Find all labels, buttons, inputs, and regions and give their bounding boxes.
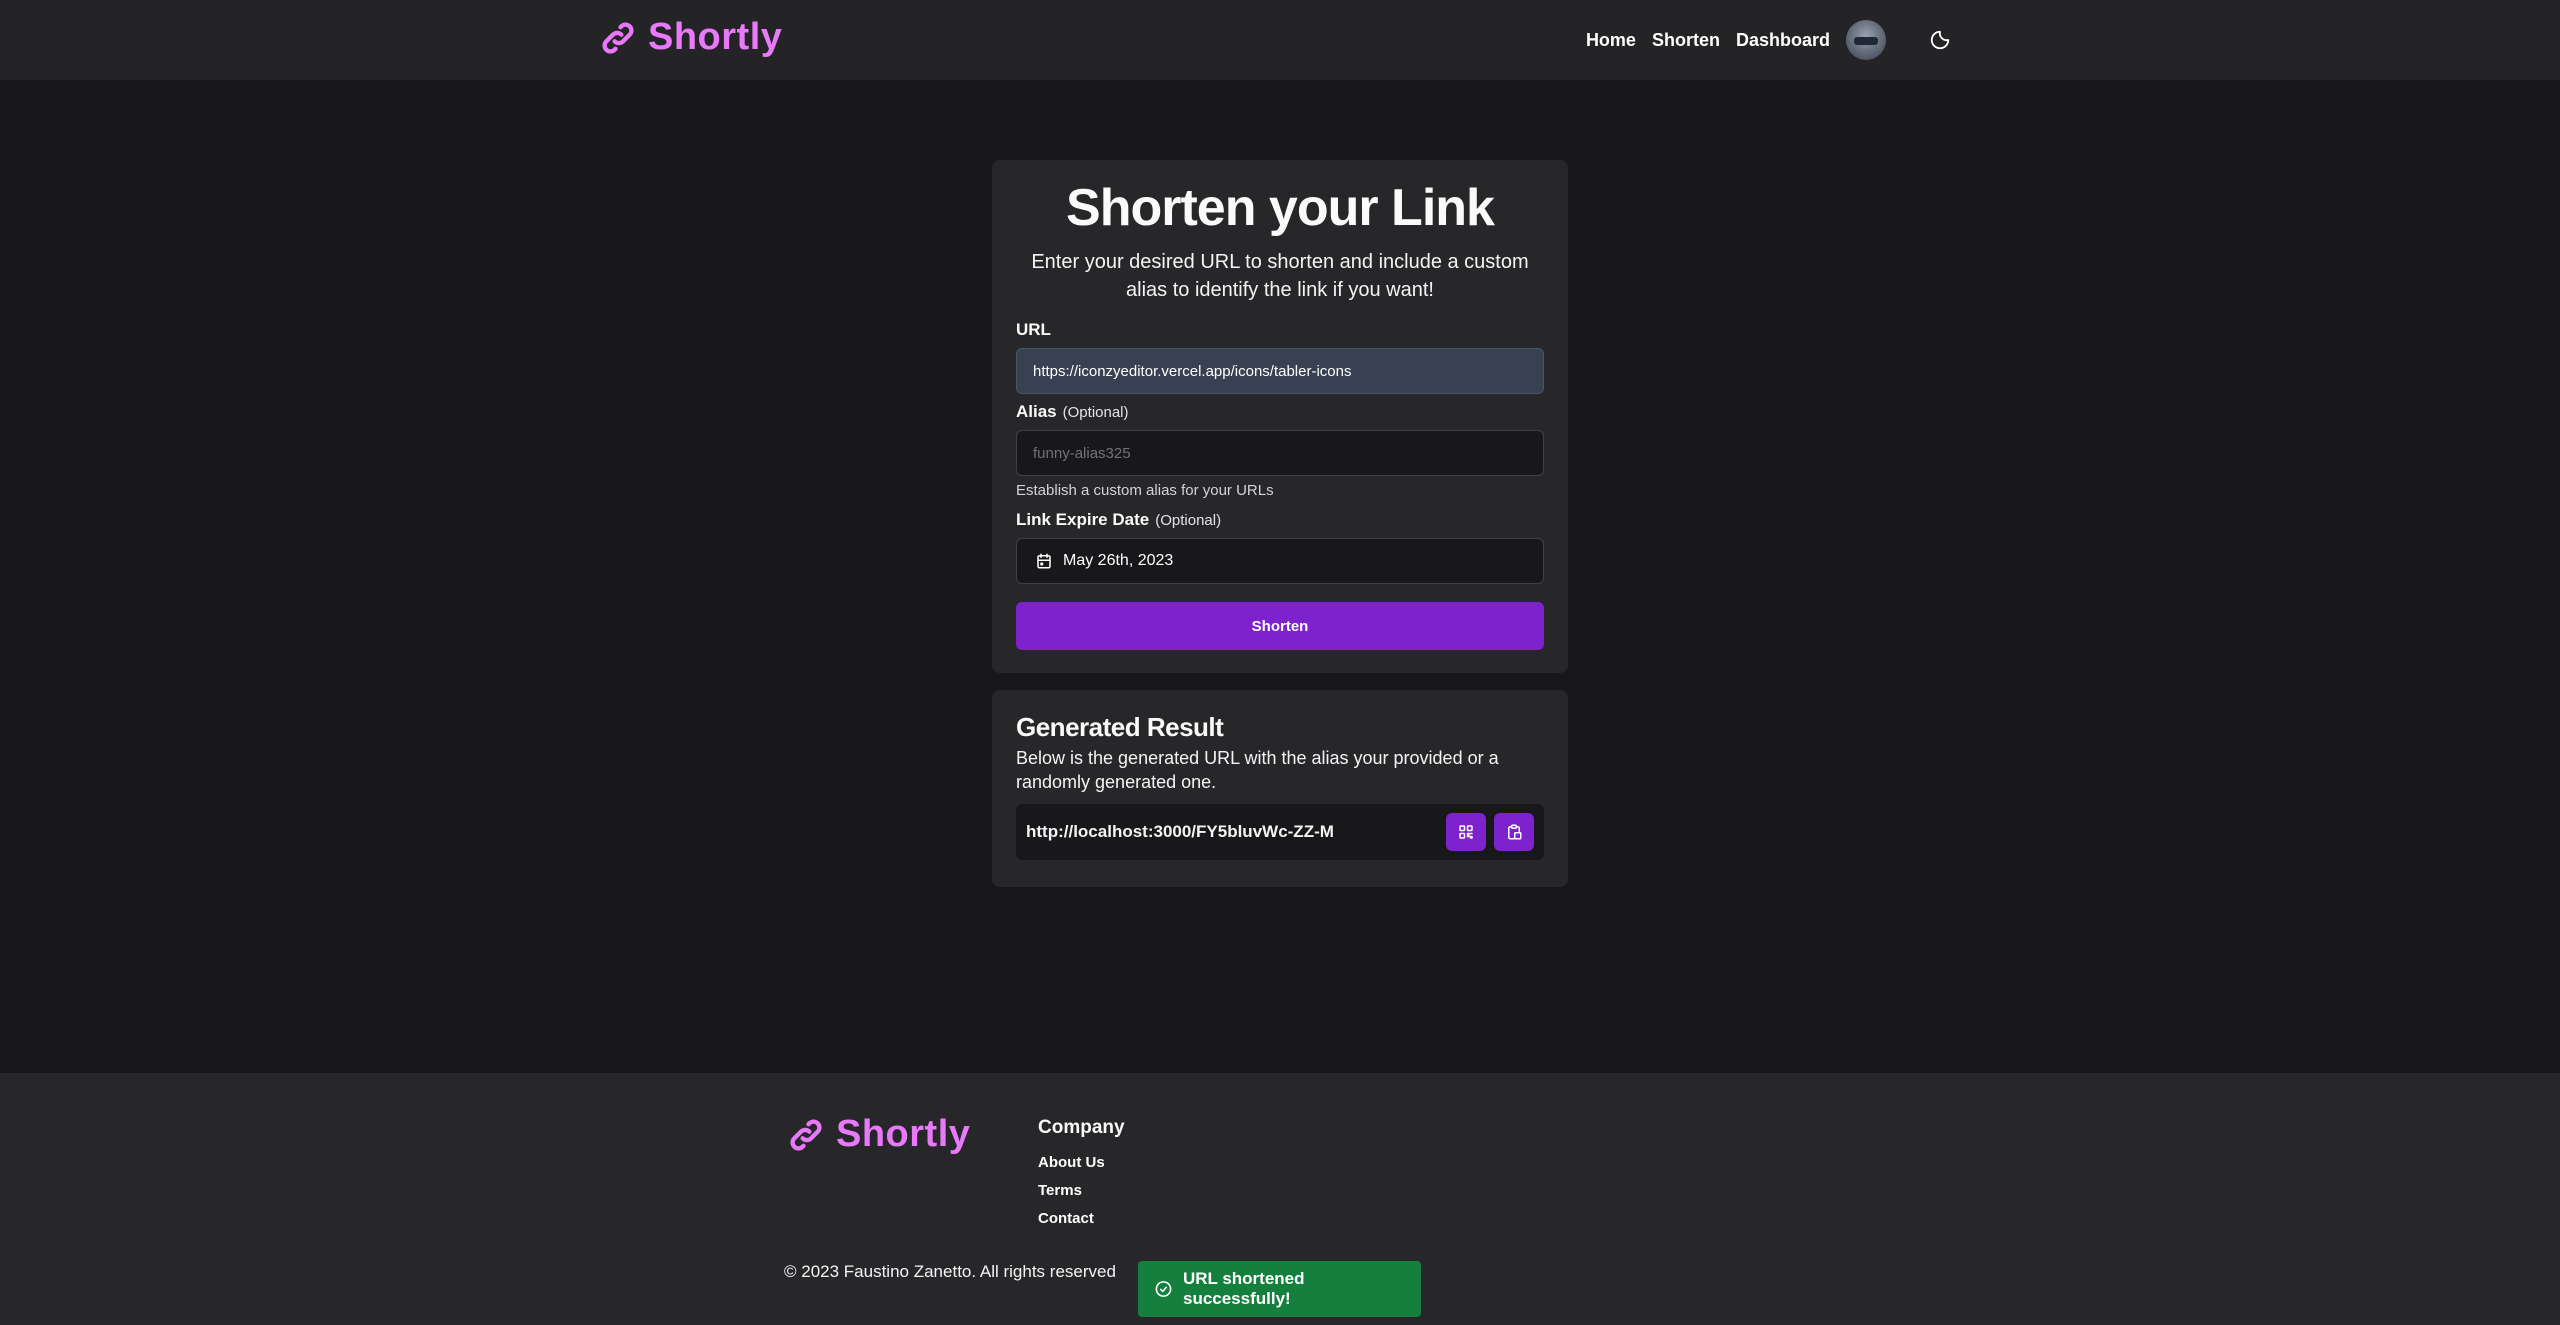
alias-optional-text: (Optional) — [1062, 404, 1129, 421]
shorten-button[interactable]: Shorten — [1016, 602, 1544, 650]
moon-icon — [1930, 30, 1950, 50]
footer-link-contact[interactable]: Contact — [1038, 1210, 1094, 1227]
alias-helper-text: Establish a custom alias for your URLs — [1016, 482, 1274, 499]
success-toast: URL shortened successfully! — [1138, 1261, 1421, 1317]
shorten-form-card: Shorten your Link Enter your desired URL… — [992, 160, 1568, 673]
main-nav: Home Shorten Dashboard — [1586, 20, 1954, 60]
expire-date-label: Link Expire Date (Optional) — [1016, 510, 1221, 530]
alias-label-text: Alias — [1016, 402, 1057, 421]
footer-link-about[interactable]: About Us — [1038, 1154, 1105, 1171]
top-navbar: Shortly Home Shorten Dashboard — [0, 0, 2560, 80]
avatar[interactable] — [1846, 20, 1886, 60]
generated-result-card: Generated Result Below is the generated … — [992, 690, 1568, 887]
page-title: Shorten your Link — [1066, 179, 1495, 237]
qr-code-icon — [1459, 825, 1473, 839]
url-label-text: URL — [1016, 320, 1051, 339]
result-title: Generated Result — [1016, 712, 1224, 742]
url-input[interactable] — [1016, 348, 1544, 394]
nav-home[interactable]: Home — [1586, 30, 1636, 51]
footer-link-terms[interactable]: Terms — [1038, 1182, 1082, 1199]
expire-label-text: Link Expire Date — [1016, 510, 1150, 529]
theme-toggle-button[interactable] — [1926, 26, 1954, 54]
calendar-icon — [1037, 553, 1051, 569]
toast-message: URL shortened successfully! — [1182, 1269, 1305, 1308]
url-label: URL — [1016, 320, 1051, 340]
expire-date-picker[interactable]: May 26th, 2023 — [1016, 538, 1544, 584]
expire-optional-text: (Optional) — [1155, 512, 1222, 529]
expire-date-value: May 26th, 2023 — [1063, 552, 1174, 569]
result-url-box: http://localhost:3000/FY5bluvWc-ZZ-M — [1016, 804, 1544, 860]
alias-input[interactable] — [1016, 430, 1544, 476]
link-icon — [790, 1119, 822, 1150]
company-heading: Company — [1038, 1117, 1125, 1138]
alias-label: Alias (Optional) — [1016, 402, 1129, 422]
form-description: Enter your desired URL to shorten and in… — [1031, 251, 1529, 301]
qr-code-button[interactable] — [1446, 813, 1486, 851]
nav-dashboard[interactable]: Dashboard — [1736, 30, 1830, 51]
footer-brand-name: Shortly — [836, 1113, 971, 1155]
copy-button[interactable] — [1494, 813, 1534, 851]
short-url-text[interactable]: http://localhost:3000/FY5bluvWc-ZZ-M — [1026, 822, 1334, 842]
header-logo[interactable]: Shortly — [598, 16, 782, 59]
clipboard-copy-icon — [1508, 824, 1522, 840]
link-icon — [602, 22, 634, 53]
result-description: Below is the generated URL with the alia… — [1016, 748, 1499, 792]
nav-shorten[interactable]: Shorten — [1652, 30, 1720, 51]
copyright-text: © 2023 Faustino Zanetto. All rights rese… — [784, 1262, 1116, 1281]
check-circle-icon — [1155, 1281, 1172, 1297]
footer-logo[interactable]: Shortly — [786, 1113, 970, 1156]
brand-name: Shortly — [648, 16, 783, 58]
